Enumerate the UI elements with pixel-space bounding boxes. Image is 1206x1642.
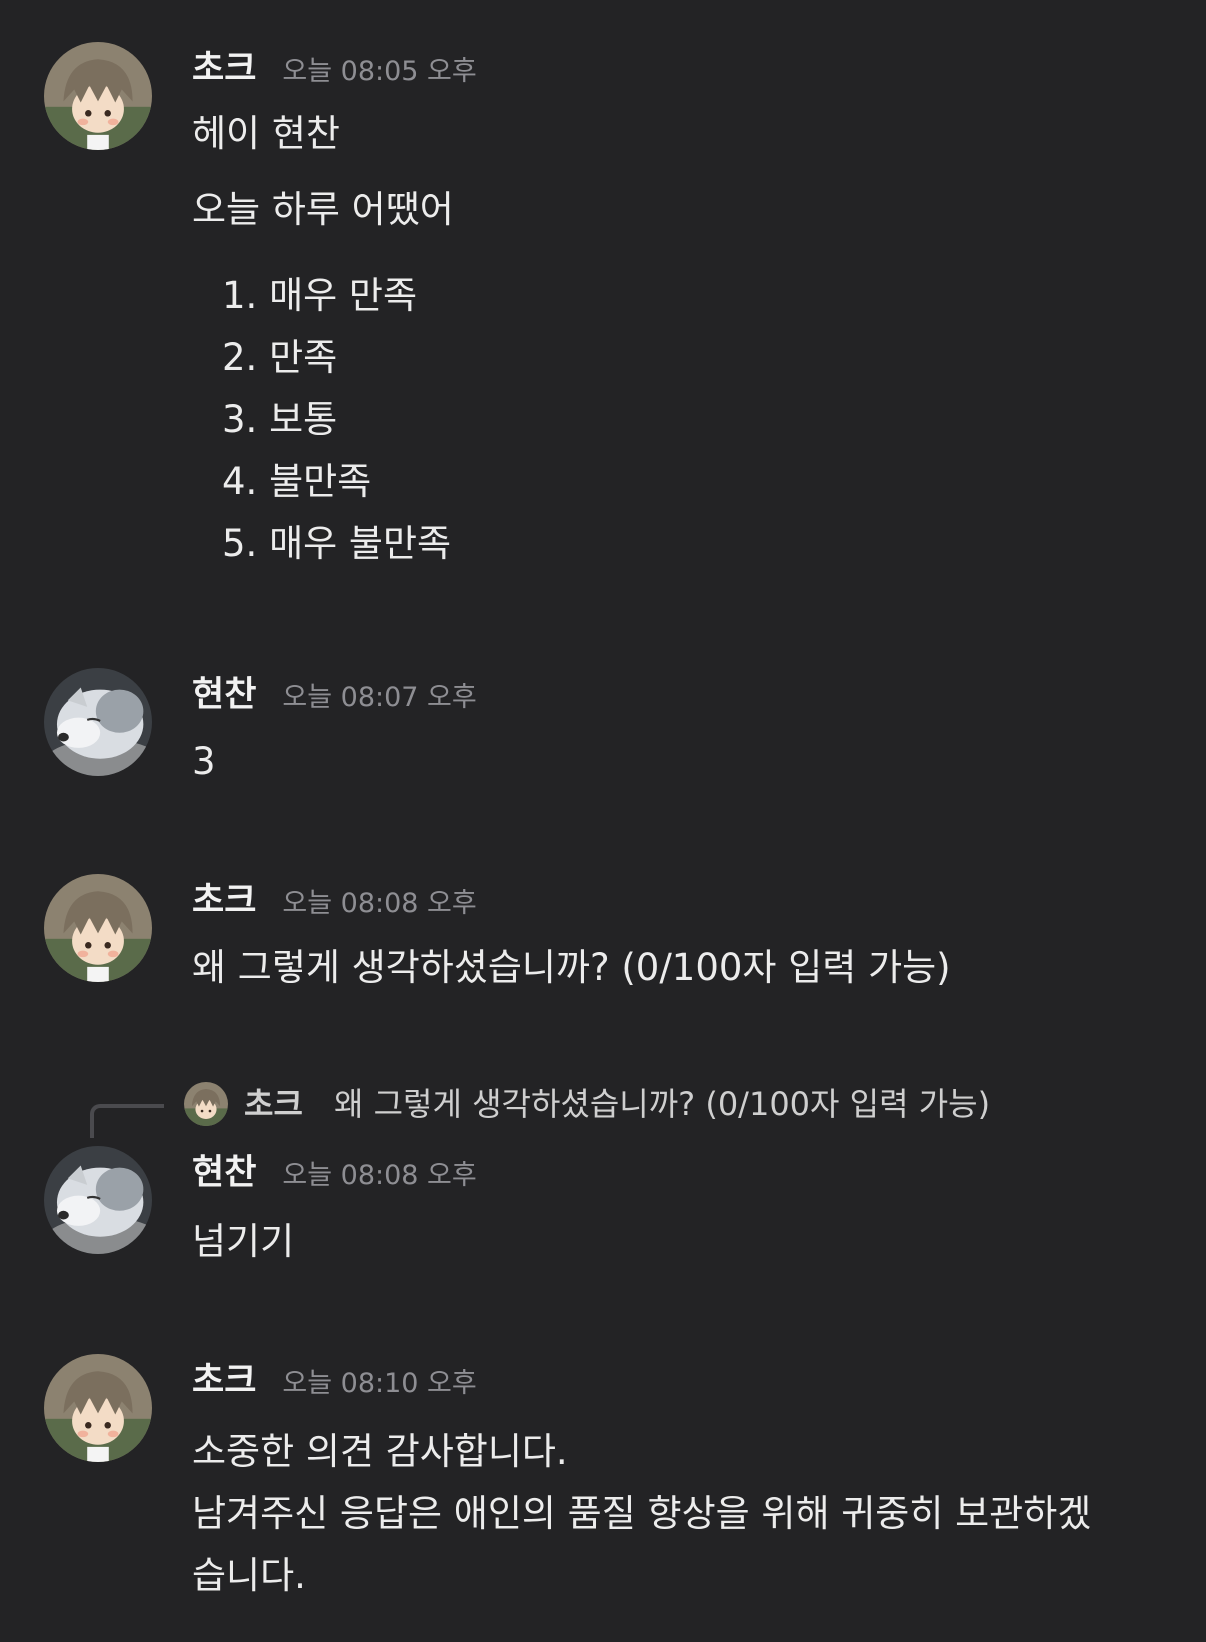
timestamp: 오늘 08:05 오후 xyxy=(282,56,477,87)
message-text: 3 xyxy=(192,740,216,783)
list-item: 2. 만족 xyxy=(222,336,338,379)
timestamp: 오늘 08:10 오후 xyxy=(282,1368,477,1399)
dog-avatar-icon[interactable] xyxy=(44,1146,152,1254)
author-name[interactable]: 초크 xyxy=(192,872,256,923)
dog-avatar-icon[interactable] xyxy=(44,668,152,776)
reply-reference[interactable]: 초크 왜 그렇게 생각하셨습니까? (0/100자 입력 가능) xyxy=(0,1076,1206,1138)
timestamp: 오늘 08:08 오후 xyxy=(282,888,477,919)
message-header: 현찬 오늘 08:07 오후 xyxy=(192,666,477,715)
message-text: 남겨주신 응답은 애인의 품질 향상을 위해 귀중히 보관하겠 xyxy=(192,1492,1092,1535)
message-text: 넘기기 xyxy=(192,1220,295,1263)
message-text: 습니다. xyxy=(192,1554,306,1597)
chalk-avatar-icon[interactable] xyxy=(44,874,152,982)
timestamp: 오늘 08:08 오후 xyxy=(282,1160,477,1191)
message-text: 오늘 하루 어땠어 xyxy=(192,188,454,231)
list-item: 1. 매우 만족 xyxy=(222,274,417,317)
list-item: 4. 불만족 xyxy=(222,460,372,503)
message-header: 현찬 오늘 08:08 오후 xyxy=(192,1144,477,1193)
message-text: 왜 그렇게 생각하셨습니까? (0/100자 입력 가능) xyxy=(192,946,951,989)
chalk-avatar-icon[interactable] xyxy=(44,1354,152,1462)
reply-connector xyxy=(90,1104,164,1138)
message-header: 초크 오늘 08:08 오후 xyxy=(192,872,477,921)
message-text: 소중한 의견 감사합니다. xyxy=(192,1430,568,1473)
author-name[interactable]: 초크 xyxy=(192,40,256,91)
author-name[interactable]: 초크 xyxy=(192,1352,256,1403)
message-header: 초크 오늘 08:05 오후 xyxy=(192,40,477,89)
message-header: 초크 오늘 08:10 오후 xyxy=(192,1352,477,1401)
message-text: 헤이 현찬 xyxy=(192,112,340,155)
list-item: 3. 보통 xyxy=(222,398,338,441)
author-name[interactable]: 현찬 xyxy=(192,1144,256,1195)
reply-text[interactable]: 왜 그렇게 생각하셨습니까? (0/100자 입력 가능) xyxy=(334,1082,990,1126)
list-item: 5. 매우 불만족 xyxy=(222,522,452,565)
chalk-avatar-icon[interactable] xyxy=(44,42,152,150)
chalk-avatar-icon xyxy=(184,1082,228,1126)
author-name[interactable]: 현찬 xyxy=(192,666,256,717)
timestamp: 오늘 08:07 오후 xyxy=(282,682,477,713)
reply-author-name[interactable]: 초크 xyxy=(244,1082,303,1126)
